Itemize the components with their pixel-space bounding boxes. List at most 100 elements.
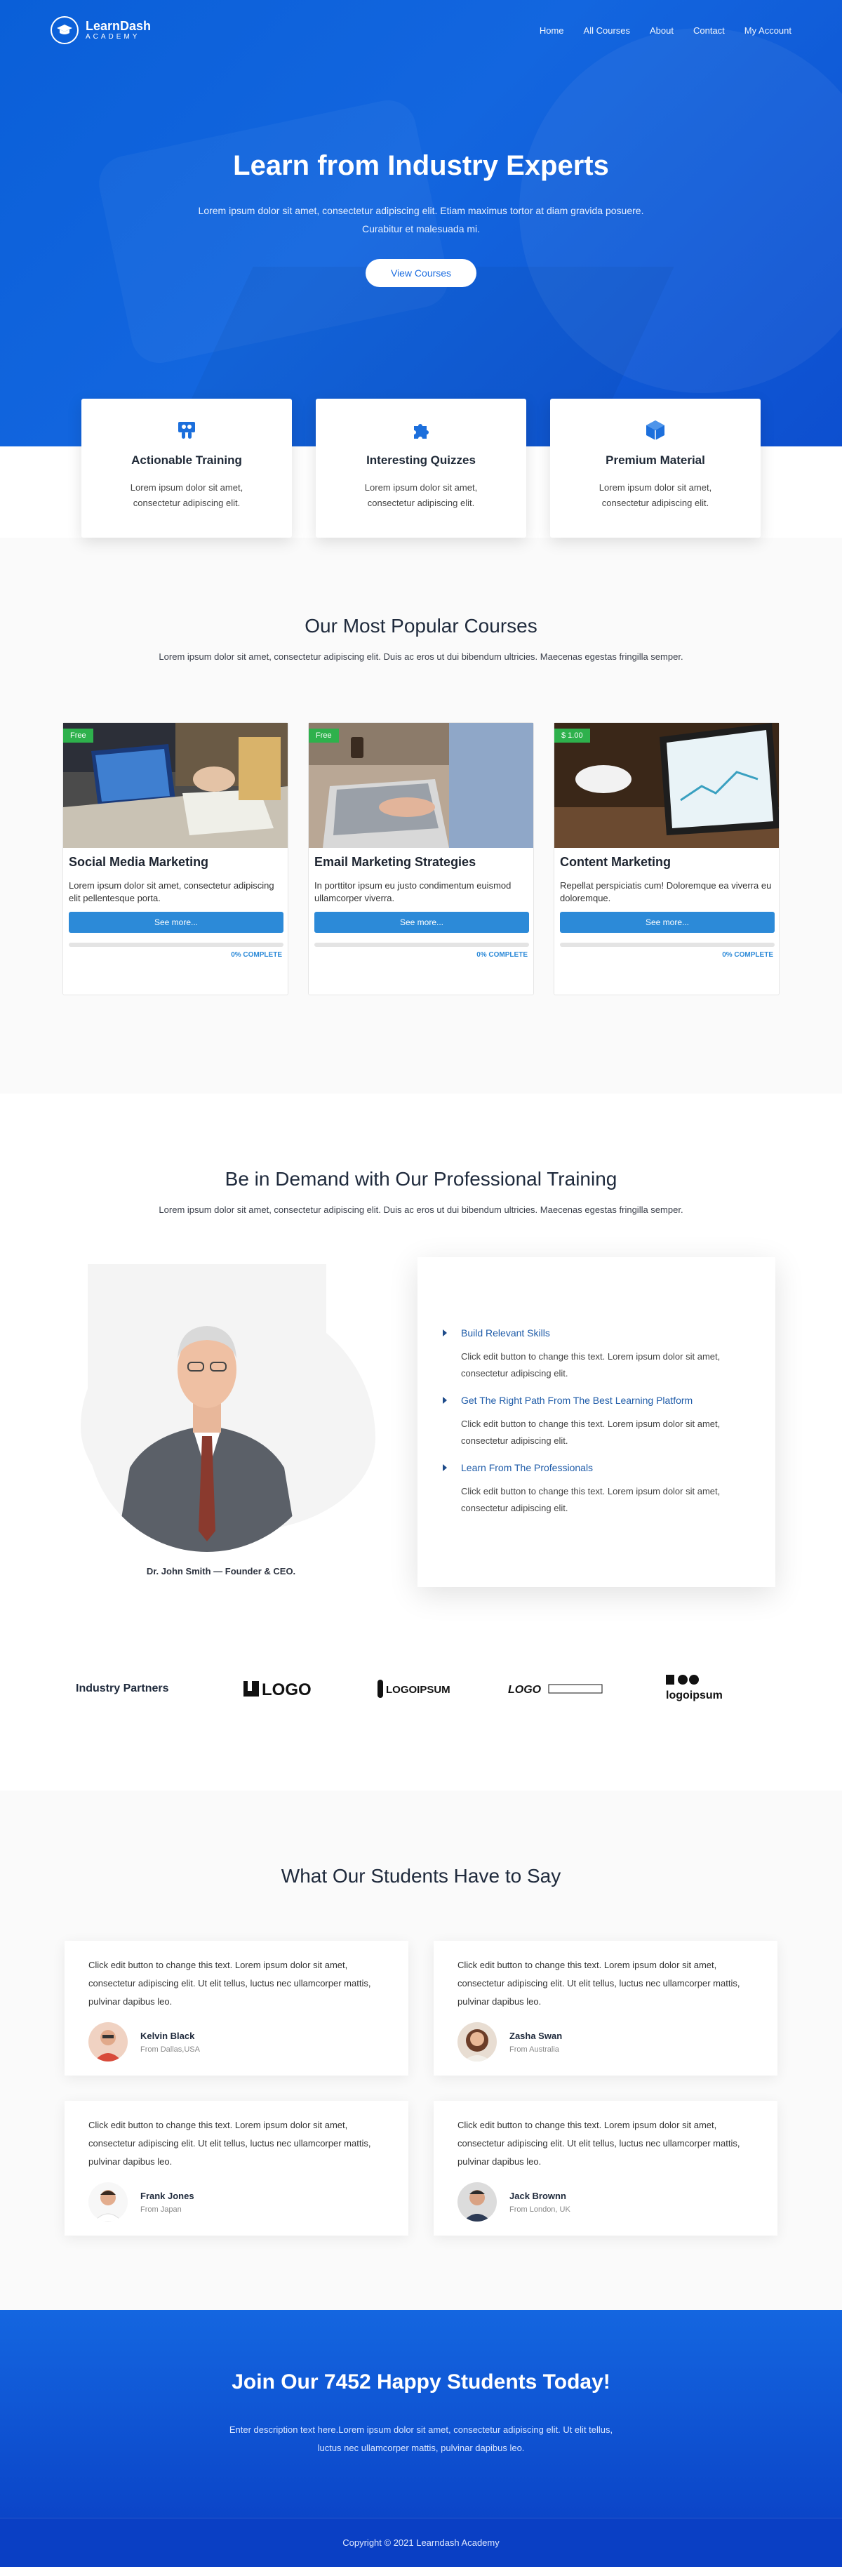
testimonial-location: From Dallas,USA (140, 2045, 200, 2054)
training-item: Get The Right Path From The Best Learnin… (443, 1395, 775, 1449)
feature-card: Interesting Quizzes Lorem ipsum dolor si… (316, 399, 526, 538)
course-title[interactable]: Email Marketing Strategies (314, 855, 528, 870)
testimonial-text: Click edit button to change this text. L… (88, 1960, 371, 2007)
partner-logo[interactable]: LOGOIPSUM (349, 1678, 488, 1699)
section-title: Be in Demand with Our Professional Train… (225, 1168, 617, 1190)
testimonial-location: From London, UK (509, 2205, 570, 2214)
cta-title: Join Our 7452 Happy Students Today! (232, 2370, 610, 2394)
testimonial-name: Zasha Swan (509, 2030, 563, 2041)
testimonial-card: Click edit button to change this text. L… (65, 2101, 408, 2236)
site-logo[interactable]: LearnDash ACADEMY (51, 16, 151, 44)
progress-label: 0% COMPLETE (722, 951, 773, 959)
course-price-tag: $ 1.00 (554, 729, 590, 743)
training-item-text: Click edit button to change this text. L… (461, 1419, 721, 1446)
hero-section: LearnDash ACADEMY Home All Courses About… (0, 0, 842, 446)
ceo-photo (88, 1264, 326, 1552)
feature-title: Actionable Training (131, 453, 242, 467)
partner-logo-text: LOGO (262, 1680, 312, 1699)
course-price-tag: Free (63, 729, 93, 743)
testimonials-section: What Our Students Have to Say Click edit… (0, 1791, 842, 2310)
avatar (457, 2022, 497, 2062)
feature-text: Lorem ipsum dolor sit amet, consectetur … (130, 482, 243, 508)
partner-logo-text: logoipsum (666, 1689, 723, 1701)
cube-icon (550, 418, 761, 442)
feature-card: Premium Material Lorem ipsum dolor sit a… (550, 399, 761, 538)
training-item-title[interactable]: Learn From The Professionals (443, 1462, 775, 1473)
training-item-title[interactable]: Build Relevant Skills (443, 1327, 775, 1339)
feature-title: Interesting Quizzes (366, 453, 476, 467)
features-row: Actionable Training Lorem ipsum dolor si… (0, 399, 842, 538)
training-item-label: Build Relevant Skills (461, 1327, 550, 1339)
testimonial-text: Click edit button to change this text. L… (457, 1960, 740, 2007)
testimonial-grid: Click edit button to change this text. L… (0, 1941, 842, 2236)
section-title: Our Most Popular Courses (305, 615, 537, 637)
progress-label: 0% COMPLETE (231, 951, 282, 959)
see-more-button[interactable]: See more... (314, 912, 529, 933)
testimonial-text: Click edit button to change this text. L… (88, 2120, 371, 2167)
testimonial-card: Click edit button to change this text. L… (434, 2101, 777, 2236)
partner-logo[interactable]: LOGO (488, 1680, 627, 1697)
puzzle-icon (316, 418, 526, 442)
training-item-text: Click edit button to change this text. L… (461, 1351, 721, 1379)
cta-section: Join Our 7452 Happy Students Today! Ente… (0, 2310, 842, 2518)
slideshare-icon (81, 418, 292, 442)
testimonial-name: Jack Brownn (509, 2190, 566, 2201)
course-price-tag: Free (309, 729, 339, 743)
training-row: Dr. John Smith — Founder & CEO. Build Re… (0, 1257, 842, 1587)
hero-title: Learn from Industry Experts (233, 150, 609, 181)
section-subtitle: Lorem ipsum dolor sit amet, consectetur … (159, 651, 683, 662)
partner-logo[interactable]: LOGO (209, 1679, 349, 1699)
section-subtitle: Lorem ipsum dolor sit amet, consectetur … (159, 1204, 683, 1215)
testimonial-card: Click edit button to change this text. L… (434, 1941, 777, 2076)
course-image[interactable]: Free (63, 723, 288, 848)
training-list-card: Build Relevant Skills Click edit button … (417, 1257, 775, 1587)
hero-content: Learn from Industry Experts Lorem ipsum … (0, 150, 842, 287)
ceo-block: Dr. John Smith — Founder & CEO. (67, 1257, 375, 1587)
training-item-title[interactable]: Get The Right Path From The Best Learnin… (443, 1395, 775, 1406)
popular-courses-section: Our Most Popular Courses Lorem ipsum dol… (0, 538, 842, 1094)
nav-link-my-account[interactable]: My Account (744, 25, 791, 36)
see-more-button[interactable]: See more... (69, 912, 283, 933)
caret-right-icon (443, 1397, 447, 1404)
course-card[interactable]: Free Email Marketing Strategies In portt… (308, 722, 534, 995)
nav-link-about[interactable]: About (650, 25, 674, 36)
ceo-caption: Dr. John Smith — Founder & CEO. (146, 1566, 296, 1576)
progress-bar (560, 943, 775, 947)
nav-link-home[interactable]: Home (540, 25, 564, 36)
copyright-text: Copyright © 2021 Learndash Academy (342, 2537, 500, 2548)
partners-title: Industry Partners (76, 1682, 169, 1694)
testimonial-name: Frank Jones (140, 2190, 194, 2201)
logo-title: LearnDash (86, 19, 152, 33)
progress-label: 0% COMPLETE (476, 951, 528, 959)
partner-logo[interactable]: logoipsum (627, 1673, 767, 1704)
cta-text: Enter description text here.Lorem ipsum … (229, 2424, 613, 2453)
nav-link-all-courses[interactable]: All Courses (584, 25, 630, 36)
logo-subtitle: ACADEMY (86, 33, 140, 41)
course-title[interactable]: Social Media Marketing (69, 855, 282, 870)
section-title: What Our Students Have to Say (281, 1865, 561, 1887)
progress-bar (69, 943, 283, 947)
view-courses-button[interactable]: View Courses (365, 259, 477, 287)
see-more-button[interactable]: See more... (560, 912, 775, 933)
training-item: Learn From The Professionals Click edit … (443, 1462, 775, 1517)
testimonial-card: Click edit button to change this text. L… (65, 1941, 408, 2076)
course-description: Repellat perspiciatis cum! Doloremque ea… (560, 880, 772, 903)
course-card[interactable]: $ 1.00 Content Marketing Repellat perspi… (554, 722, 780, 995)
course-description: In porttitor ipsum eu justo condimentum … (314, 880, 512, 903)
course-image[interactable]: $ 1.00 (554, 723, 779, 848)
testimonial-text: Click edit button to change this text. L… (457, 2120, 740, 2167)
testimonial-location: From Australia (509, 2045, 559, 2054)
course-card[interactable]: Free Social Media Marketing Lorem ipsum … (62, 722, 288, 995)
progress-bar (314, 943, 529, 947)
caret-right-icon (443, 1329, 447, 1336)
industry-partners: Industry Partners LOGO LOGOIPSUM LOGO lo… (0, 1657, 842, 1720)
nav-link-contact[interactable]: Contact (693, 25, 725, 36)
course-title[interactable]: Content Marketing (560, 855, 773, 870)
course-grid: Free Social Media Marketing Lorem ipsum … (0, 722, 842, 995)
training-item-label: Learn From The Professionals (461, 1462, 594, 1473)
feature-card: Actionable Training Lorem ipsum dolor si… (81, 399, 292, 538)
training-section: Be in Demand with Our Professional Train… (0, 1094, 842, 1657)
graduation-cap-icon (51, 16, 79, 44)
top-nav: LearnDash ACADEMY Home All Courses About… (0, 0, 842, 60)
course-image[interactable]: Free (309, 723, 533, 848)
